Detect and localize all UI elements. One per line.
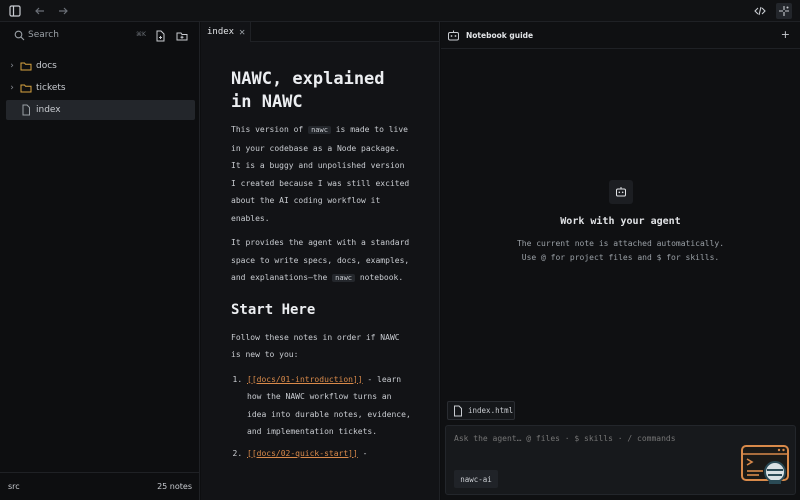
- guide-header: Notebook guide +: [441, 22, 800, 49]
- agent-robot-icon: [609, 180, 633, 204]
- sidebar-item-label: tickets: [36, 83, 66, 93]
- search-icon: [14, 30, 25, 41]
- paragraph: This version of nawc is made to live in …: [231, 125, 410, 223]
- sidebar-item-docs[interactable]: › docs: [6, 56, 195, 76]
- attached-file-chip[interactable]: index.html: [447, 401, 515, 420]
- inline-code: nawc: [308, 126, 331, 134]
- empty-state-line: Use @ for project files and $ for skills…: [521, 253, 720, 262]
- section-heading: Start Here: [231, 301, 316, 318]
- chevron-right-icon[interactable]: ›: [6, 61, 18, 71]
- search-shortcut: ⌘K: [136, 31, 146, 38]
- folder-icon: [20, 84, 32, 93]
- note-content[interactable]: NAWC, explained in NAWC This version of …: [231, 68, 411, 466]
- sidebar-item-label: docs: [36, 61, 57, 71]
- sidebar-item-label: index: [36, 105, 61, 115]
- sidebar-item-index[interactable]: index: [6, 100, 195, 120]
- wiki-link[interactable]: [[docs/01-introduction]]: [247, 375, 363, 384]
- code-view-icon[interactable]: [752, 3, 768, 19]
- model-selector[interactable]: nawc-ai: [454, 470, 498, 488]
- robot-icon: [448, 30, 459, 41]
- paragraph: It provides the agent with a standard sp…: [231, 238, 410, 282]
- file-icon: [22, 104, 30, 116]
- paragraph: Follow these notes in order if NAWC is n…: [231, 332, 400, 360]
- file-icon: [454, 405, 462, 416]
- top-bar: [0, 0, 800, 22]
- note-heading: NAWC, explained in NAWC: [231, 69, 385, 112]
- sidebar-footer: src 25 notes: [0, 472, 200, 500]
- empty-state-line: The current note is attached automatical…: [516, 239, 725, 248]
- back-arrow-icon[interactable]: [32, 3, 48, 19]
- new-folder-icon[interactable]: [176, 30, 188, 42]
- empty-state-title: Work with your agent: [560, 216, 681, 227]
- guide-title: Notebook guide: [466, 31, 534, 40]
- new-chat-button[interactable]: +: [781, 28, 790, 41]
- root-folder-label: src: [8, 482, 20, 491]
- ai-sparkle-icon[interactable]: [776, 3, 792, 19]
- note-count: 25 notes: [157, 482, 192, 491]
- terminal-badge-icon[interactable]: [741, 444, 791, 486]
- chevron-right-icon[interactable]: ›: [6, 83, 18, 93]
- tab-index[interactable]: index ✕: [201, 22, 251, 42]
- forward-arrow-icon[interactable]: [55, 3, 71, 19]
- sidebar-item-tickets[interactable]: › tickets: [6, 78, 195, 98]
- agent-prompt-input[interactable]: [454, 434, 784, 443]
- close-icon[interactable]: ✕: [239, 27, 245, 38]
- search-row[interactable]: Search ⌘K: [0, 22, 200, 50]
- tab-label: index: [207, 27, 235, 37]
- toggle-sidebar-icon[interactable]: [7, 3, 23, 19]
- tab-bar: index ✕: [201, 22, 439, 42]
- list-item: [[docs/02-quick-start]] -: [247, 445, 411, 463]
- search-label[interactable]: Search: [28, 30, 59, 40]
- ordered-list: [[docs/01-introduction]] - learn how the…: [231, 371, 411, 463]
- folder-icon: [20, 62, 32, 71]
- attached-file-label: index.html: [468, 406, 514, 415]
- list-item: [[docs/01-introduction]] - learn how the…: [247, 371, 411, 441]
- inline-code: nawc: [332, 274, 356, 282]
- wiki-link[interactable]: [[docs/02-quick-start]]: [247, 449, 358, 458]
- notebook-guide-panel: Notebook guide + Work with your agent Th…: [441, 22, 800, 500]
- file-sidebar: Search ⌘K › docs › tickets index src 25 …: [0, 22, 200, 500]
- note-editor: index ✕ NAWC, explained in NAWC This ver…: [201, 22, 440, 500]
- new-file-icon[interactable]: [154, 30, 166, 42]
